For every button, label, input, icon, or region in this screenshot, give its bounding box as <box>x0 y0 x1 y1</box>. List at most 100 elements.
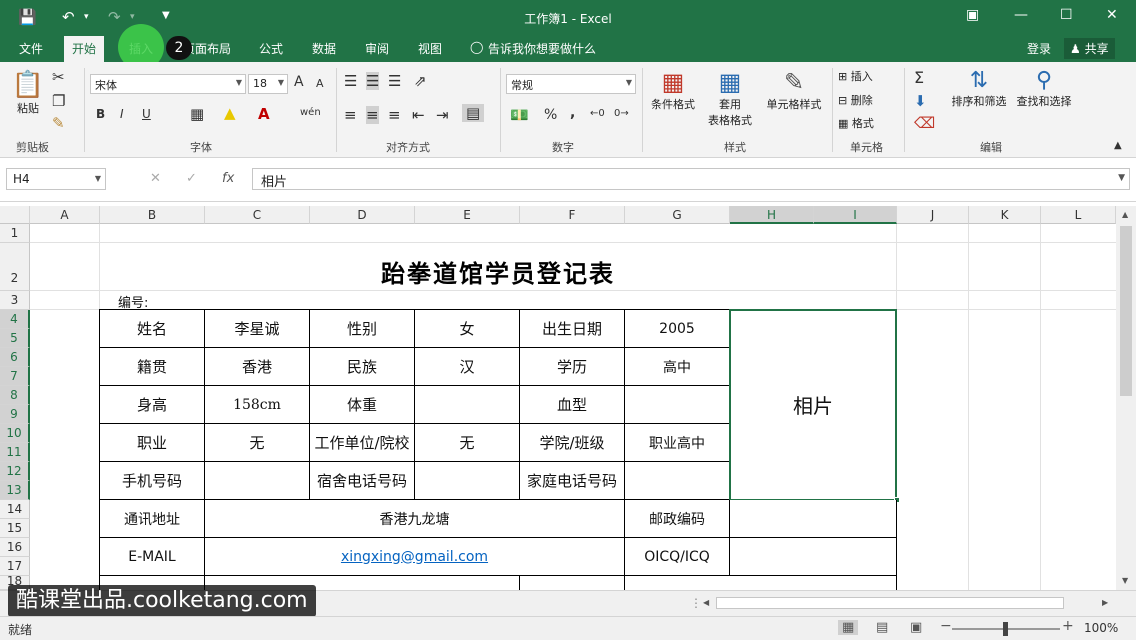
tab-split-handle[interactable]: ⋮ <box>690 596 702 610</box>
shrink-font-icon[interactable]: A <box>316 77 324 90</box>
cell-label-blood-type[interactable]: 血型 <box>520 386 625 424</box>
copy-icon[interactable]: ❐ <box>52 92 65 110</box>
zoom-slider-knob[interactable] <box>1003 622 1008 636</box>
row-header-8[interactable]: 8 <box>0 386 30 405</box>
clear-icon[interactable]: ⌫ <box>914 114 935 132</box>
column-header-d[interactable]: D <box>310 206 415 224</box>
row-header-15[interactable]: 15 <box>0 519 30 538</box>
decrease-decimal-icon[interactable]: 0→ <box>614 108 629 119</box>
row-header-13[interactable]: 13 <box>0 481 30 500</box>
column-header-j[interactable]: J <box>897 206 969 224</box>
collapse-ribbon-icon[interactable]: ▲ <box>1114 140 1122 151</box>
delete-cells-button[interactable]: ⊟ 删除 <box>838 92 873 108</box>
orientation-icon[interactable]: ⇗ <box>414 72 427 90</box>
zoom-level[interactable]: 100% <box>1084 621 1118 635</box>
sort-filter-button[interactable]: ⇅ 排序和筛选 <box>946 68 1012 109</box>
cell-label-ethnicity[interactable]: 民族 <box>310 348 415 386</box>
cell-label-weight[interactable]: 体重 <box>310 386 415 424</box>
normal-view-icon[interactable]: ▦ <box>838 620 859 635</box>
cell-value-employer[interactable]: 无 <box>415 424 520 462</box>
row-header-14[interactable]: 14 <box>0 500 30 519</box>
tab-file[interactable]: 文件 <box>19 40 43 57</box>
underline-button[interactable]: U <box>142 107 151 121</box>
column-header-c[interactable]: C <box>205 206 310 224</box>
column-header-f[interactable]: F <box>520 206 625 224</box>
row-header-9[interactable]: 9 <box>0 405 30 424</box>
zoom-in-icon[interactable]: + <box>1062 618 1074 634</box>
cell-label-hometown[interactable]: 籍贯 <box>100 348 205 386</box>
row-header-6[interactable]: 6 <box>0 348 30 367</box>
fill-icon[interactable]: ⬇ <box>914 92 927 110</box>
find-select-button[interactable]: ⚲ 查找和选择 <box>1012 68 1076 109</box>
cell-value-oicq[interactable] <box>730 538 897 576</box>
cell-value-ethnicity[interactable]: 汉 <box>415 348 520 386</box>
cell-label-postcode[interactable]: 邮政编码 <box>625 500 730 538</box>
percent-style-button[interactable]: % <box>544 107 557 123</box>
select-all-corner[interactable] <box>0 206 30 224</box>
tab-formulas[interactable]: 公式 <box>259 40 283 57</box>
cell-label-address[interactable]: 通讯地址 <box>100 500 205 538</box>
tab-data[interactable]: 数据 <box>312 40 336 57</box>
scroll-down-icon[interactable]: ▼ <box>1122 576 1128 585</box>
cut-icon[interactable]: ✂ <box>52 68 65 86</box>
fill-color-icon[interactable]: ▲ <box>224 104 236 122</box>
cell-value-postcode[interactable] <box>730 500 897 538</box>
column-header-k[interactable]: K <box>969 206 1041 224</box>
cell-value-address[interactable]: 香港九龙塘 <box>205 500 625 538</box>
column-header-g[interactable]: G <box>625 206 730 224</box>
cell-value-occupation[interactable]: 无 <box>205 424 310 462</box>
tab-review[interactable]: 审阅 <box>365 40 389 57</box>
merge-center-icon[interactable]: ▤ <box>462 104 485 122</box>
cell-value-weight[interactable] <box>415 386 520 424</box>
cell-value-class[interactable]: 职业高中 <box>625 424 730 462</box>
cell-label-mobile[interactable]: 手机号码 <box>100 462 205 500</box>
row-header-11[interactable]: 11 <box>0 443 30 462</box>
row-header-5[interactable]: 5 <box>0 329 30 348</box>
align-bottom-icon[interactable]: ☰ <box>388 72 401 90</box>
decrease-indent-icon[interactable]: ⇤ <box>412 106 425 124</box>
row-header-12[interactable]: 12 <box>0 462 30 481</box>
scroll-right-icon[interactable]: ▶ <box>1102 598 1108 607</box>
bold-button[interactable]: B <box>96 107 105 121</box>
column-header-e[interactable]: E <box>415 206 520 224</box>
row-header-17[interactable]: 17 <box>0 557 30 576</box>
cell-value-gender[interactable]: 女 <box>415 310 520 348</box>
autosum-icon[interactable]: Σ <box>914 68 924 87</box>
cell-value-mobile[interactable] <box>205 462 310 500</box>
maximize-icon[interactable]: ☐ <box>1060 7 1073 23</box>
format-as-table-button[interactable]: ▦ 套用 表格格式 <box>700 68 760 128</box>
column-header-i[interactable]: I <box>814 206 897 224</box>
cell-value-hometown[interactable]: 香港 <box>205 348 310 386</box>
cell-value-birthdate[interactable]: 2005 <box>625 310 730 348</box>
enter-icon[interactable]: ✓ <box>186 171 197 186</box>
column-header-h[interactable]: H <box>730 206 814 224</box>
cell-value-height[interactable]: 158cm <box>205 386 310 424</box>
column-header-l[interactable]: L <box>1041 206 1116 224</box>
tab-home[interactable]: 开始 <box>64 36 105 62</box>
cell-label-email[interactable]: E-MAIL <box>100 538 205 576</box>
page-break-view-icon[interactable]: ▣ <box>910 620 922 635</box>
scroll-up-icon[interactable]: ▲ <box>1122 210 1128 219</box>
cell-value-name[interactable]: 李星诚 <box>205 310 310 348</box>
format-cells-button[interactable]: ▦ 格式 <box>838 115 874 131</box>
align-middle-icon[interactable]: ☰ <box>366 72 380 90</box>
cell-label-education[interactable]: 学历 <box>520 348 625 386</box>
tell-me-search[interactable]: 告诉我你想要做什么 <box>488 40 596 57</box>
cell-styles-button[interactable]: ✎ 单元格样式 <box>762 68 826 112</box>
cell-value-blood-type[interactable] <box>625 386 730 424</box>
cell-label-birthdate[interactable]: 出生日期 <box>520 310 625 348</box>
align-right-icon[interactable]: ≡ <box>388 106 401 124</box>
font-color-icon[interactable]: A <box>258 105 270 123</box>
accounting-format-icon[interactable]: 💵 <box>510 106 529 124</box>
tab-view[interactable]: 视图 <box>418 40 442 57</box>
font-name-select[interactable]: 宋体 ▼ <box>90 74 246 94</box>
vertical-scrollbar[interactable]: ▲ ▼ <box>1116 206 1136 590</box>
vertical-scroll-thumb[interactable] <box>1120 226 1132 396</box>
cell-label-gender[interactable]: 性别 <box>310 310 415 348</box>
row-header-3[interactable]: 3 <box>0 291 30 310</box>
row-header-2[interactable]: 2 <box>0 243 30 291</box>
cell-label-occupation[interactable]: 职业 <box>100 424 205 462</box>
format-painter-icon[interactable]: ✎ <box>52 114 65 132</box>
row-header-7[interactable]: 7 <box>0 367 30 386</box>
increase-decimal-icon[interactable]: ←0 <box>590 108 605 119</box>
